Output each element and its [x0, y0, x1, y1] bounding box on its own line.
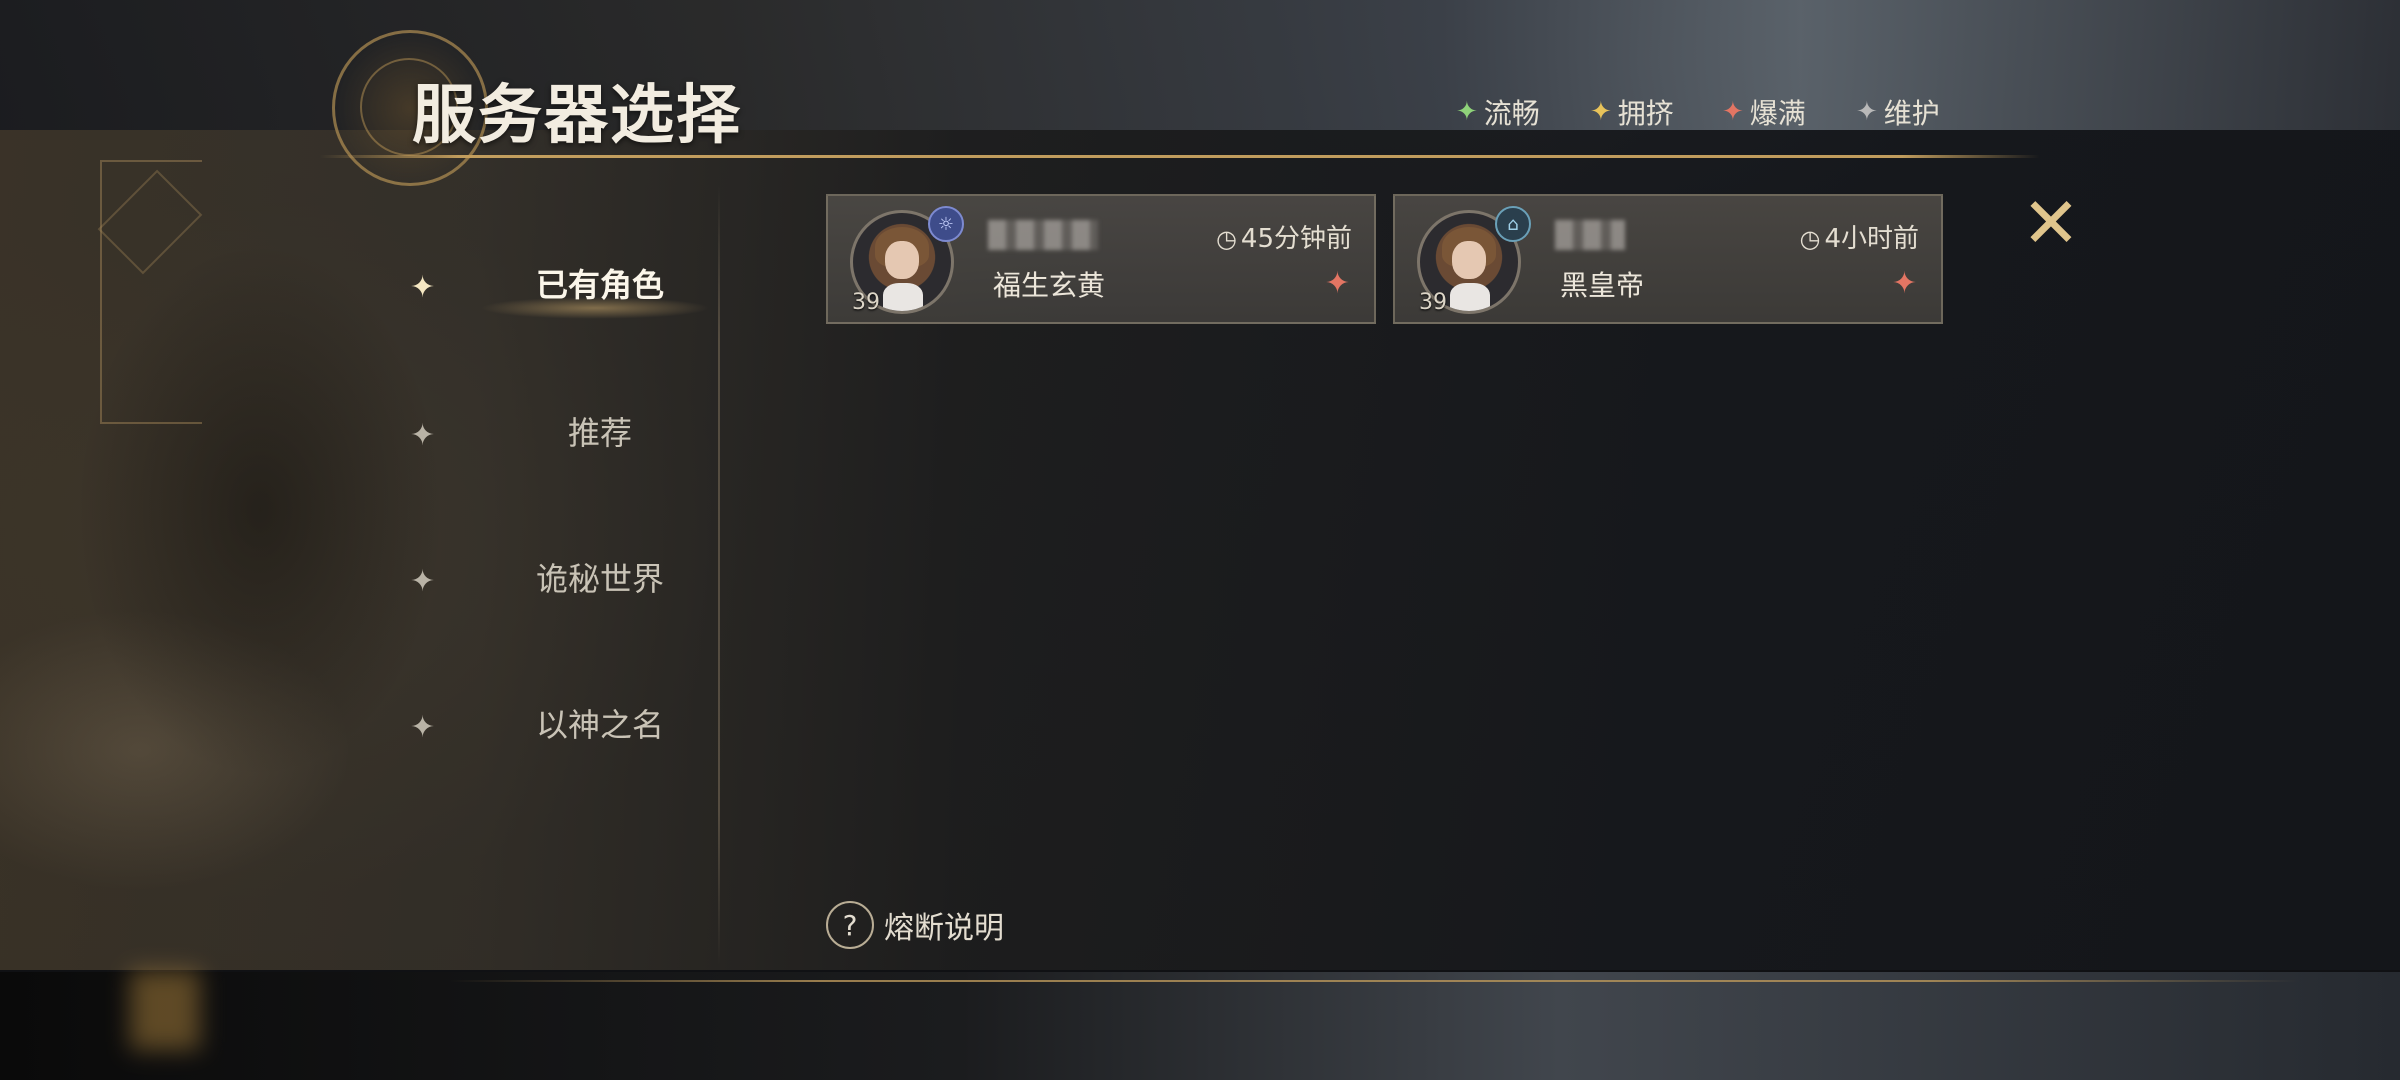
legend-label: 爆满 — [1749, 97, 1806, 130]
avatar-collar — [883, 283, 923, 311]
nav-star-icon: ✦ — [410, 564, 436, 599]
legend-label: 拥挤 — [1617, 97, 1674, 130]
sidebar-item-label: 已有角色 — [535, 266, 664, 304]
legend-item-crowded: ✦ 拥挤 — [1590, 92, 1674, 132]
clock-icon: ◷ — [1215, 225, 1237, 253]
level-badge: 39 — [1419, 290, 1447, 315]
nav-star-icon: ✦ — [410, 418, 436, 453]
sidebar-item-mystery-world[interactable]: ✦ 诡秘世界 — [410, 546, 710, 626]
help-label: 熔断说明 — [884, 911, 1004, 946]
legend-item-maintenance: ✦ 维护 — [1856, 92, 1940, 132]
sidebar-item-label: 以神之名 — [535, 706, 664, 744]
close-icon: ✕ — [2021, 182, 2081, 264]
status-star-icon: ✦ — [1324, 266, 1350, 301]
faction-badge-icon: ⌂ — [1495, 206, 1531, 242]
sidebar-item-in-gods-name[interactable]: ✦ 以神之名 — [410, 692, 710, 772]
avatar-face — [885, 241, 919, 279]
close-button[interactable]: ✕ — [2020, 182, 2082, 264]
sidebar-divider — [718, 185, 720, 965]
star-icon: ✦ — [1456, 97, 1478, 127]
level-badge: 39 — [852, 290, 880, 315]
last-login-time: ◷ 45分钟前 — [1216, 218, 1352, 255]
legend-label: 维护 — [1883, 97, 1940, 130]
server-name: 黑皇帝 — [1560, 269, 1645, 302]
bottom-gold-line — [450, 980, 2300, 982]
avatar-face — [1452, 241, 1486, 279]
legend-label: 流畅 — [1483, 97, 1540, 130]
fuse-explanation-link[interactable]: ? 熔断说明 — [826, 900, 1004, 950]
last-login-time: ◷ 4小时前 — [1800, 218, 1920, 255]
star-icon: ✦ — [1856, 97, 1878, 127]
faction-badge-icon: ☼ — [928, 206, 964, 242]
avatar-collar — [1450, 283, 1490, 311]
character-name-blurred — [988, 220, 1098, 250]
last-login-text: 4小时前 — [1824, 224, 1919, 254]
clock-icon: ◷ — [1799, 225, 1821, 253]
server-card[interactable]: 39 ⌂ 黑皇帝 ◷ 4小时前 ✦ — [1393, 194, 1943, 324]
sidebar-item-existing-roles[interactable]: ✦ 已有角色 — [410, 252, 710, 332]
server-card[interactable]: 39 ☼ 福生玄黄 ◷ 45分钟前 ✦ — [826, 194, 1376, 324]
question-icon: ? — [826, 901, 874, 949]
character-name-blurred — [1555, 220, 1625, 250]
legend-item-smooth: ✦ 流畅 — [1456, 92, 1540, 132]
bottom-strip — [0, 972, 2400, 1080]
star-icon: ✦ — [1722, 97, 1744, 127]
server-name: 福生玄黄 — [993, 269, 1106, 302]
status-star-icon: ✦ — [1891, 266, 1917, 301]
legend-item-full: ✦ 爆满 — [1722, 92, 1806, 132]
bottom-item-blur — [130, 970, 200, 1050]
star-icon: ✦ — [1590, 97, 1612, 127]
sidebar-item-recommended[interactable]: ✦ 推荐 — [410, 400, 710, 480]
nav-star-icon: ✦ — [410, 710, 436, 745]
last-login-text: 45分钟前 — [1240, 224, 1352, 254]
nav-star-icon: ✦ — [410, 270, 436, 305]
sidebar-item-label: 推荐 — [567, 414, 632, 452]
page-title: 服务器选择 — [412, 78, 742, 153]
sidebar-item-label: 诡秘世界 — [535, 560, 664, 598]
